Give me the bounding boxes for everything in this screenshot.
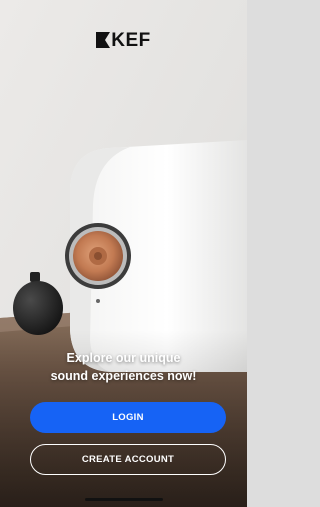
kef-logo-icon [96, 32, 111, 48]
tagline-line-1: Explore our unique [66, 351, 181, 365]
status-bar [0, 0, 247, 18]
login-button[interactable]: LOGIN [30, 402, 226, 433]
welcome-tagline: Explore our unique sound experiences now… [0, 349, 247, 385]
welcome-screen: KEF Explore our unique sound experiences… [0, 0, 247, 507]
create-account-button[interactable]: CREATE ACCOUNT [30, 444, 226, 475]
home-indicator [85, 498, 163, 501]
tagline-line-2: sound experiences now! [50, 369, 197, 383]
brand-logo: KEF [0, 30, 247, 52]
brand-name: KEF [111, 30, 151, 51]
